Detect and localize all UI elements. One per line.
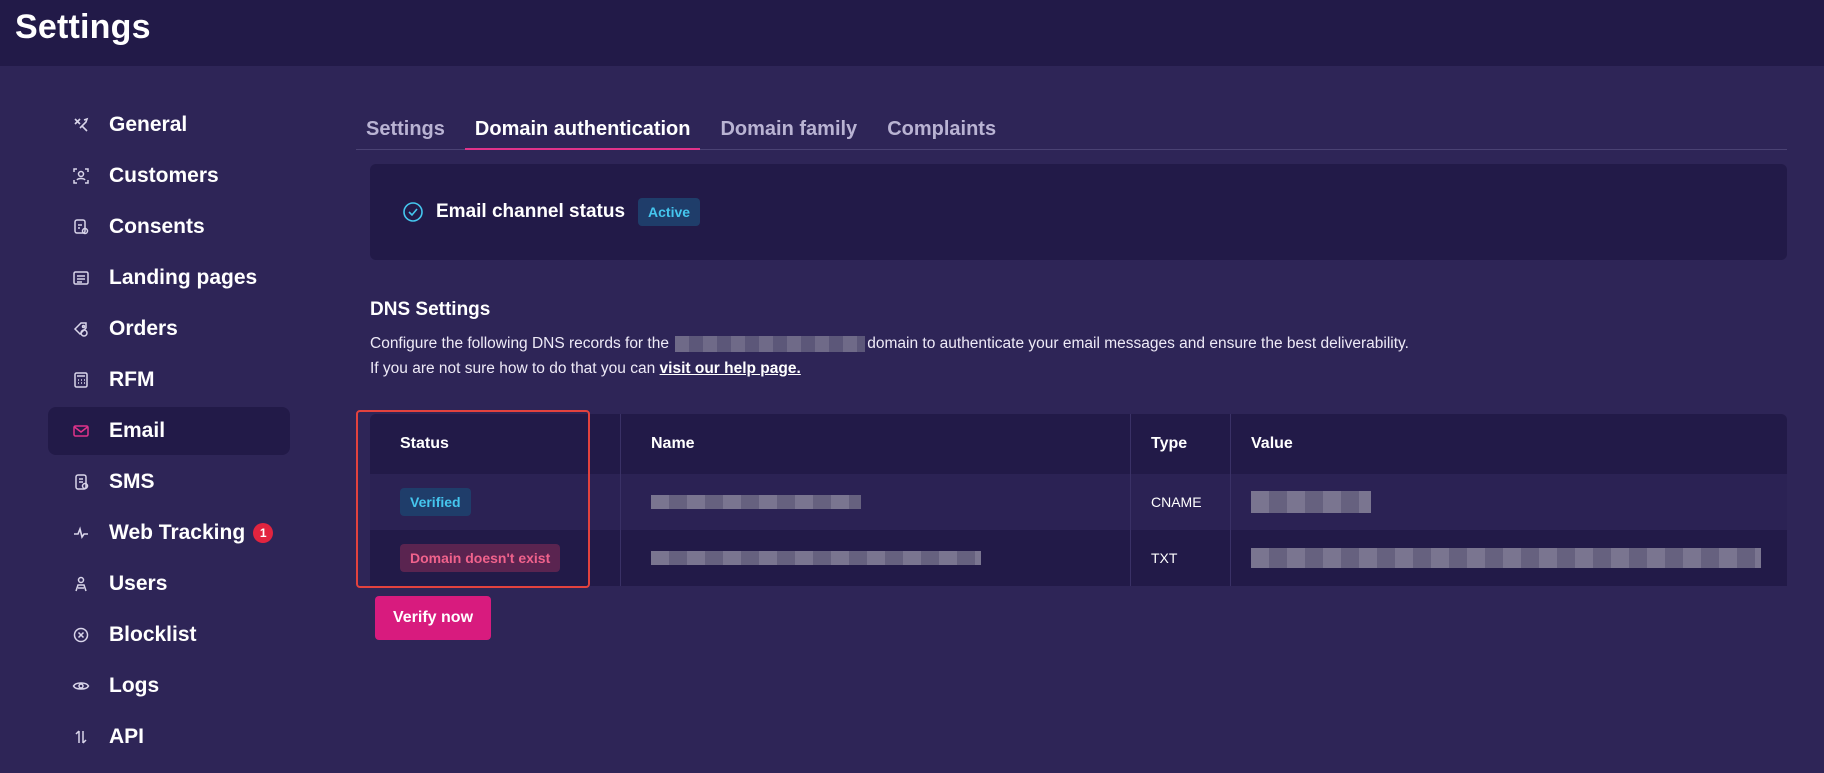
customer-icon (72, 167, 90, 185)
help-page-link[interactable]: visit our help page. (660, 360, 801, 377)
sidebar-item-label: SMS (109, 470, 155, 493)
tab-domain-authentication[interactable]: Domain authentication (464, 112, 701, 150)
mail-icon (72, 422, 90, 440)
tab-complaints[interactable]: Complaints (877, 112, 1006, 150)
desc-text: Configure the following DNS records for … (370, 335, 669, 352)
row-status-cell: Domain doesn't exist (370, 544, 620, 572)
users-icon (72, 575, 90, 593)
sidebar-item-label: General (109, 113, 188, 136)
sidebar-item-users[interactable]: Users (48, 560, 290, 608)
tab-domain-family[interactable]: Domain family (710, 112, 867, 150)
check-circle-icon (402, 201, 424, 223)
sidebar-item-label: Web Tracking (109, 521, 246, 544)
sidebar-item-logs[interactable]: Logs (48, 662, 290, 710)
sidebar-item-label: API (109, 725, 145, 748)
sidebar-item-general[interactable]: General (48, 101, 290, 149)
tab-settings[interactable]: Settings (356, 112, 455, 150)
column-header-type: Type (1130, 414, 1230, 474)
status-badge: Verified (400, 488, 471, 516)
status-badge: Active (638, 198, 701, 226)
sidebar-item-customers[interactable]: Customers (48, 152, 290, 200)
top-bar: Settings (0, 0, 1824, 66)
sidebar: General Customers Consents Landing pages… (48, 101, 290, 764)
landing-page-icon (72, 269, 90, 287)
row-name-cell (620, 530, 1130, 586)
consent-icon (72, 218, 90, 236)
sidebar-item-web-tracking[interactable]: Web Tracking 1 (48, 509, 290, 557)
table-header: Status Name Type Value (370, 414, 1787, 474)
table-row: Domain doesn't exist TXT (370, 530, 1787, 586)
redacted-domain (675, 335, 866, 352)
sidebar-item-label: Logs (109, 674, 160, 697)
sidebar-item-orders[interactable]: Orders (48, 305, 290, 353)
status-label: Email channel status (436, 201, 626, 222)
row-value-cell (1230, 474, 1787, 530)
table-row: Verified CNAME (370, 474, 1787, 530)
sidebar-item-rfm[interactable]: RFM (48, 356, 290, 404)
help-line: If you are not sure how to do that you c… (370, 356, 1409, 381)
eye-icon (72, 677, 90, 695)
redacted-value (1251, 491, 1371, 513)
orders-icon (72, 320, 90, 338)
block-icon (72, 626, 90, 644)
redacted-value (651, 495, 861, 509)
row-status-cell: Verified (370, 488, 620, 516)
tab-bar: Settings Domain authentication Domain fa… (356, 112, 1787, 150)
dns-records-table: Status Name Type Value Verified CNAME Do… (370, 414, 1787, 586)
email-channel-status-card: Email channel status Active (370, 164, 1787, 260)
sms-icon (72, 473, 90, 491)
notification-badge: 1 (253, 523, 274, 543)
desc-text: domain to authenticate your email messag… (867, 335, 1409, 352)
dns-settings-title: DNS Settings (370, 299, 491, 320)
redacted-value (651, 551, 981, 565)
status-badge: Domain doesn't exist (400, 544, 561, 572)
column-header-name: Name (620, 414, 1130, 474)
calculator-icon (72, 371, 90, 389)
column-header-value: Value (1230, 414, 1787, 474)
sidebar-item-label: Email (109, 419, 166, 442)
sidebar-item-label: Orders (109, 317, 178, 340)
row-value-cell (1230, 530, 1787, 586)
row-type-cell: CNAME (1130, 474, 1230, 530)
tools-icon (72, 116, 90, 134)
dns-description: Configure the following DNS records for … (370, 331, 1409, 381)
sidebar-item-blocklist[interactable]: Blocklist (48, 611, 290, 659)
verify-now-button[interactable]: Verify now (375, 596, 491, 640)
redacted-value (1251, 548, 1761, 568)
sidebar-item-label: Blocklist (109, 623, 197, 646)
dns-description-line: Configure the following DNS records for … (370, 331, 1409, 356)
sidebar-item-label: Consents (109, 215, 205, 238)
page-title: Settings (15, 8, 151, 46)
row-type-cell: TXT (1130, 530, 1230, 586)
sidebar-item-label: Landing pages (109, 266, 258, 289)
sidebar-item-consents[interactable]: Consents (48, 203, 290, 251)
sidebar-item-label: Customers (109, 164, 219, 187)
api-icon (72, 728, 90, 746)
sidebar-item-api[interactable]: API (48, 713, 290, 761)
help-text: If you are not sure how to do that you c… (370, 360, 656, 377)
row-name-cell (620, 474, 1130, 530)
sidebar-item-landing-pages[interactable]: Landing pages (48, 254, 290, 302)
sidebar-item-label: Users (109, 572, 168, 595)
sidebar-item-label: RFM (109, 368, 155, 391)
sidebar-item-sms[interactable]: SMS (48, 458, 290, 506)
column-header-status: Status (400, 435, 449, 452)
sidebar-item-email[interactable]: Email (48, 407, 290, 455)
pulse-icon (72, 524, 90, 542)
